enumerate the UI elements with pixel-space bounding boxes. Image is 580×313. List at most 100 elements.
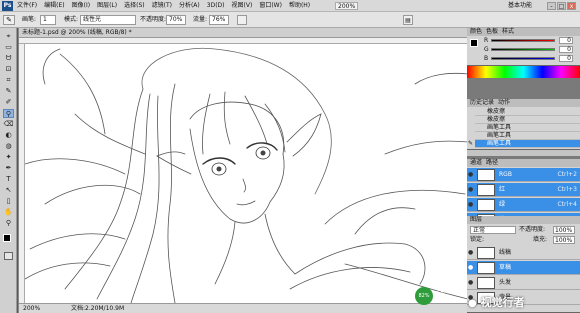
fill-label: 填充: xyxy=(533,236,548,243)
watermark: ● 视觉行者 xyxy=(468,296,525,311)
photoshop-logo: Ps xyxy=(2,1,13,11)
layer-row[interactable]: ● 头发 xyxy=(467,276,580,290)
tab-layers[interactable]: 图层 xyxy=(470,216,482,224)
tab-swatches[interactable]: 色板 xyxy=(486,28,498,36)
brush-size-picker[interactable]: 1 xyxy=(40,15,56,25)
lasso-tool-icon[interactable]: ᗢ xyxy=(3,54,14,63)
menu-window[interactable]: 窗口(W) xyxy=(259,0,282,12)
history-item[interactable]: 橡皮擦 xyxy=(475,116,580,124)
tab-history[interactable]: 历史记录 xyxy=(470,99,494,107)
history-item-selected[interactable]: 画笔工具 xyxy=(475,140,580,148)
airbrush-toggle-icon[interactable] xyxy=(237,15,247,25)
history-panel-tabs: 历史记录 动作 xyxy=(467,99,580,107)
eraser-tool-icon[interactable]: ◍ xyxy=(3,142,14,151)
tab-paths[interactable]: 路径 xyxy=(486,159,498,167)
history-brush-tool-icon[interactable]: ◐ xyxy=(3,131,14,140)
opacity-field[interactable]: 70% xyxy=(166,15,186,25)
menu-analysis[interactable]: 分析(A) xyxy=(179,0,200,12)
red-slider[interactable] xyxy=(491,39,555,42)
blue-slider[interactable] xyxy=(491,57,555,60)
color-spectrum-ramp[interactable] xyxy=(467,66,580,78)
menu-select[interactable]: 选择(S) xyxy=(124,0,145,12)
layer-opacity-field[interactable]: 100% xyxy=(553,226,575,234)
green-slider[interactable] xyxy=(491,48,555,51)
menu-file[interactable]: 文件(F) xyxy=(17,0,37,12)
hand-tool-icon[interactable]: ✋ xyxy=(3,208,14,217)
menu-layer[interactable]: 图层(L) xyxy=(97,0,117,12)
status-doc-size: 文档:2.20M/10.9M xyxy=(71,305,125,312)
menu-image[interactable]: 图像(I) xyxy=(72,0,90,12)
red-value[interactable]: 0 xyxy=(559,37,573,44)
tab-actions[interactable]: 动作 xyxy=(498,99,510,107)
path-select-tool-icon[interactable]: ↖ xyxy=(3,186,14,195)
visibility-eye-icon[interactable]: ● xyxy=(468,279,474,287)
menu-view[interactable]: 视图(V) xyxy=(232,0,253,12)
history-item[interactable]: 画笔工具 xyxy=(475,124,580,132)
green-value[interactable]: 0 xyxy=(559,46,573,53)
menu-filter[interactable]: 滤镜(T) xyxy=(152,0,172,12)
type-tool-icon[interactable]: T xyxy=(3,175,14,184)
menu-edit[interactable]: 编辑(E) xyxy=(44,0,64,12)
opacity-label: 不透明度: xyxy=(140,16,167,23)
menu-help[interactable]: 帮助(H) xyxy=(289,0,310,12)
channel-row[interactable]: ● 绿 Ctrl+4 xyxy=(467,198,580,212)
tab-color[interactable]: 颜色 xyxy=(470,28,482,36)
visibility-eye-icon[interactable]: ● xyxy=(468,249,474,257)
marquee-tool-icon[interactable]: ▭ xyxy=(3,43,14,52)
channel-name: 红 xyxy=(499,186,506,193)
tab-channels[interactable]: 通道 xyxy=(470,159,482,167)
flow-label: 流量: xyxy=(193,16,208,23)
wechat-icon: ● xyxy=(468,298,477,309)
history-brush-source-icon[interactable]: ✎ xyxy=(468,140,473,148)
layer-row[interactable]: ● 线稿 xyxy=(467,246,580,260)
foreground-color-swatch[interactable] xyxy=(3,234,11,242)
healing-tool-icon[interactable]: ✐ xyxy=(3,98,14,107)
clone-stamp-tool-icon[interactable]: ⌫ xyxy=(3,120,14,129)
brush-tool-icon[interactable]: ⚲ xyxy=(3,109,14,118)
crop-tool-icon[interactable]: ⌗ xyxy=(3,76,14,85)
layer-name: 草稿 xyxy=(499,264,512,271)
layer-row-selected[interactable]: ● 草稿 xyxy=(467,261,580,275)
visibility-eye-icon[interactable]: ● xyxy=(468,264,474,272)
eyedropper-tool-icon[interactable]: ✎ xyxy=(3,87,14,96)
mode-label: 模式: xyxy=(64,16,79,23)
shape-tool-icon[interactable]: ▯ xyxy=(3,197,14,206)
workspace-switcher[interactable]: 基本功能 xyxy=(508,0,532,12)
pen-tool-icon[interactable]: ✒ xyxy=(3,164,14,173)
maximize-button[interactable]: □ xyxy=(557,2,566,10)
visibility-eye-icon[interactable]: ● xyxy=(468,171,474,179)
layer-blend-mode-select[interactable]: 正常 xyxy=(470,226,516,234)
network-monitor-badge[interactable]: 82% xyxy=(415,287,433,305)
visibility-eye-icon[interactable]: ● xyxy=(468,186,474,194)
quick-mask-icon[interactable] xyxy=(4,252,13,260)
brush-tool-preset-icon[interactable]: ✎ xyxy=(3,15,15,25)
document-tab[interactable]: 未标题-1.psd @ 200% (线稿, RGB/8) * xyxy=(19,28,468,38)
blend-mode-select[interactable]: 线性光 xyxy=(80,15,136,25)
tab-styles[interactable]: 样式 xyxy=(502,28,514,36)
zoom-level-select[interactable]: 200% xyxy=(335,2,359,10)
menu-3d[interactable]: 3D(D) xyxy=(207,0,225,12)
history-item[interactable]: 橡皮擦 xyxy=(475,108,580,116)
toolbox: ⌖ ▭ ᗢ ⊡ ⌗ ✎ ✐ ⚲ ⌫ ◐ ◍ ✦ ✒ T ↖ ▯ ✋ ⚲ xyxy=(0,28,17,313)
gradient-tool-icon[interactable]: ✦ xyxy=(3,153,14,162)
color-panel-foreground-swatch[interactable] xyxy=(470,39,478,47)
history-item[interactable]: 画笔工具 xyxy=(475,132,580,140)
move-tool-icon[interactable]: ⌖ xyxy=(3,32,14,41)
channel-row[interactable]: ● 红 Ctrl+3 xyxy=(467,183,580,197)
zoom-tool-icon[interactable]: ⚲ xyxy=(3,219,14,228)
quick-select-tool-icon[interactable]: ⊡ xyxy=(3,65,14,74)
flow-field[interactable]: 76% xyxy=(209,15,229,25)
minimize-button[interactable]: - xyxy=(547,2,556,10)
channel-thumbnail xyxy=(477,199,495,211)
visibility-eye-icon[interactable]: ● xyxy=(468,201,474,209)
brush-panel-toggle-icon[interactable]: ▤ xyxy=(403,15,413,25)
layer-name: 头发 xyxy=(499,279,512,286)
blue-value[interactable]: 0 xyxy=(559,55,573,62)
channel-row[interactable]: ● RGB Ctrl+2 xyxy=(467,168,580,182)
lock-label: 锁定: xyxy=(470,236,485,243)
canvas[interactable] xyxy=(25,44,468,303)
close-button[interactable]: x xyxy=(567,2,576,10)
layer-fill-field[interactable]: 100% xyxy=(553,236,575,244)
status-zoom[interactable]: 200% xyxy=(23,304,40,313)
menu-items: 文件(F) 编辑(E) 图像(I) 图层(L) 选择(S) 滤镜(T) 分析(A… xyxy=(17,0,310,12)
